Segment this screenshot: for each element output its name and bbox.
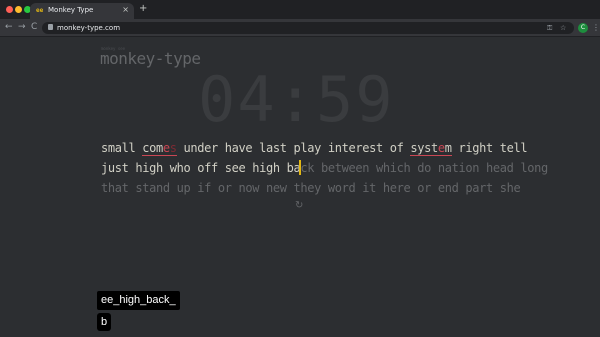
reload-icon[interactable]: C xyxy=(31,21,37,33)
window-minimize-button[interactable] xyxy=(15,6,22,13)
back-arrow-icon[interactable]: ← xyxy=(5,21,13,33)
extra-letter: s xyxy=(169,141,177,155)
tab-title: Monkey Type xyxy=(48,6,94,14)
word: under have last play interest of xyxy=(176,141,411,155)
browser-tab[interactable]: ee Monkey Type × xyxy=(30,3,134,19)
word: small xyxy=(101,141,143,155)
words-line-3: that stand up if or now new they word it… xyxy=(101,181,521,195)
pending-text: ck between which do nation head long xyxy=(300,161,548,175)
word-error: comes xyxy=(142,141,177,156)
profile-avatar[interactable]: C xyxy=(578,23,588,33)
incorrect-letter: e xyxy=(437,141,445,155)
word-error: system xyxy=(410,141,452,156)
monkeytype-app: monkey see monkey-type 04:59 small comes… xyxy=(0,37,600,337)
words-area[interactable]: small comes under have last play interes… xyxy=(101,138,548,198)
word: right tell xyxy=(451,141,528,155)
word-correct-part: syst xyxy=(410,141,438,155)
url-text: monkey-type.com xyxy=(57,24,121,32)
lock-icon xyxy=(48,24,53,30)
word-correct-part: m xyxy=(444,141,452,155)
new-tab-icon[interactable]: + xyxy=(139,3,147,15)
address-bar[interactable]: monkey-type.com ⚿ ☆ xyxy=(42,22,574,34)
monkeytype-favicon-icon: ee xyxy=(36,7,44,14)
restart-icon[interactable]: ↻ xyxy=(295,200,303,211)
menu-icon[interactable]: ⋮ xyxy=(592,22,600,34)
browser-titlebar: ee Monkey Type × + xyxy=(0,0,600,19)
logo-text[interactable]: monkey-type xyxy=(100,49,201,68)
keystroke-overlay-text: ee_high_back_ xyxy=(97,291,180,310)
typed-text: just high who off see high ba xyxy=(101,161,301,175)
forward-arrow-icon[interactable]: → xyxy=(18,21,26,33)
incorrect-letter: e xyxy=(162,141,170,155)
word-correct-part: com xyxy=(142,141,163,155)
browser-toolbar: ← → C monkey-type.com ⚿ ☆ C ⋮ xyxy=(0,19,600,37)
window-close-button[interactable] xyxy=(6,6,13,13)
star-icon[interactable]: ☆ xyxy=(560,23,566,33)
keystroke-overlay-key: b xyxy=(97,313,111,331)
words-line-2: just high who off see high back between … xyxy=(101,158,548,178)
tab-close-icon[interactable]: × xyxy=(122,5,129,14)
words-line-1: small comes under have last play interes… xyxy=(101,138,528,158)
timer: 04:59 xyxy=(198,63,395,136)
key-icon[interactable]: ⚿ xyxy=(547,23,552,33)
